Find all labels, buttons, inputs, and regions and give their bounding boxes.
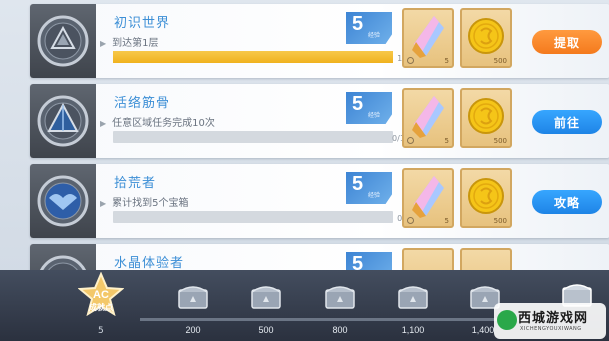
achievement-title: 拾荒者 <box>114 176 157 191</box>
chevron-right-icon: ▶ <box>100 119 107 128</box>
reward-points-value: 5 <box>352 93 364 115</box>
reward-coin-item[interactable]: 500 <box>460 88 512 148</box>
chest-icon[interactable] <box>249 282 283 310</box>
reward-crystal-item[interactable]: 5 <box>402 168 454 228</box>
achievement-desc-text: 到达第1层 <box>112 38 159 49</box>
claim-button[interactable]: 提取 <box>532 30 602 54</box>
achievement-points-value: 5 <box>98 326 104 336</box>
achievement-card: 水晶体验者 5 <box>30 244 609 270</box>
reward-points-chip: 5 经验 <box>346 92 392 124</box>
achievement-desc-text: 任意区域任务完成10次 <box>112 118 215 129</box>
progress-fill <box>113 51 393 63</box>
progress-bar <box>113 51 393 63</box>
achievement-badge <box>30 84 96 158</box>
milestone-value: 500 <box>258 325 274 335</box>
crystal-icon <box>412 96 444 138</box>
watermark-subtext: XICHENGYOUXIWANG <box>520 326 582 332</box>
progress-bar <box>113 131 393 143</box>
item-count: 500 <box>493 57 507 65</box>
reward-points-label: 经验 <box>368 32 381 39</box>
triangle-emblem-icon <box>37 15 89 67</box>
achievement-card: 初识世界 ▶到达第1层 1/1 5 经验 5 50 <box>30 4 609 78</box>
achievement-list: 初识世界 ▶到达第1层 1/1 5 经验 5 50 <box>0 0 609 270</box>
gold-coin-icon <box>468 178 504 214</box>
watermark: 西城游戏网 XICHENGYOUXIWANG <box>494 303 606 339</box>
chest-icon[interactable] <box>176 282 210 310</box>
reward-coin-item[interactable] <box>460 248 512 270</box>
chevron-right-icon: ▶ <box>100 199 107 208</box>
progress-bar <box>113 211 393 223</box>
reward-points-chip: 5 经验 <box>346 12 392 44</box>
reward-points-value: 5 <box>352 173 364 195</box>
reward-points-label: 经验 <box>368 112 381 119</box>
achievement-badge <box>30 244 96 270</box>
item-type-icon <box>407 57 414 64</box>
bird-emblem-icon <box>37 175 89 227</box>
item-count: 5 <box>444 137 449 145</box>
item-type-icon <box>407 217 414 224</box>
svg-text:AC: AC <box>93 289 109 301</box>
reward-points-value: 5 <box>352 13 364 35</box>
achievement-title: 初识世界 <box>114 16 171 31</box>
reward-points-value: 5 <box>352 253 364 270</box>
achievement-title: 水晶体验者 <box>114 256 185 270</box>
watermark-logo-icon <box>497 310 517 330</box>
milestone-value: 200 <box>185 325 201 335</box>
achievement-desc: ▶ 累计找到5个宝箱 <box>100 194 189 209</box>
reward-coin-item[interactable]: 500 <box>460 168 512 228</box>
achievement-desc: ▶ 任意区域任务完成10次 <box>100 114 215 129</box>
achievement-desc-text: 累计找到5个宝箱 <box>112 198 189 209</box>
reward-crystal-item[interactable] <box>402 248 454 270</box>
reward-points-chip: 5 经验 <box>346 172 392 204</box>
achievement-title: 活络筋骨 <box>114 96 171 111</box>
achievement-card: 拾荒者 ▶累计找到5个宝箱 0/5 5 经验 5 <box>30 164 609 238</box>
achievement-desc: ▶ 到达第1层 <box>100 34 159 49</box>
guide-button[interactable]: 攻略 <box>532 190 602 214</box>
chest-icon[interactable] <box>323 282 357 310</box>
item-type-icon <box>407 137 414 144</box>
crystal-icon <box>412 176 444 218</box>
reward-points-label: 经验 <box>368 192 381 199</box>
achievement-points-label: 成就点 <box>89 303 113 312</box>
chest-icon[interactable] <box>396 282 430 310</box>
crystal-icon <box>412 16 444 58</box>
achievement-badge <box>30 164 96 238</box>
achievement-badge <box>30 4 96 78</box>
chevron-right-icon: ▶ <box>100 39 107 48</box>
item-count: 5 <box>444 57 449 65</box>
reward-crystal-item[interactable]: 5 <box>402 88 454 148</box>
milestone-value: 1,100 <box>401 325 425 335</box>
achievement-card: 活络筋骨 ▶任意区域任务完成10次 0/10 5 经验 5 <box>30 84 609 158</box>
crystal-emblem-icon <box>40 255 86 270</box>
watermark-text: 西城游戏网 <box>518 311 589 326</box>
gold-coin-icon <box>468 18 504 54</box>
milestone-value: 800 <box>332 325 348 335</box>
reward-crystal-item[interactable]: 5 <box>402 8 454 68</box>
item-count: 500 <box>493 217 507 225</box>
reward-coin-item[interactable]: 500 <box>460 8 512 68</box>
go-button[interactable]: 前往 <box>532 110 602 134</box>
item-count: 500 <box>493 137 507 145</box>
reward-points-chip: 5 <box>346 252 392 270</box>
gold-coin-icon <box>468 98 504 134</box>
item-count: 5 <box>444 217 449 225</box>
pyramid-emblem-icon <box>37 95 89 147</box>
